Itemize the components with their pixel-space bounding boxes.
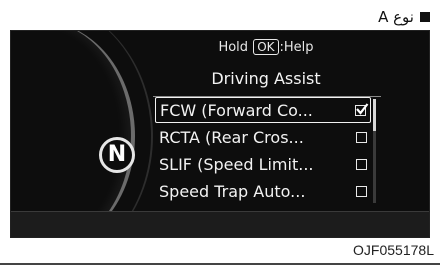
menu-item-rcta[interactable]: RCTA (Rear Cros... <box>155 124 371 150</box>
checkbox-icon[interactable] <box>356 185 367 197</box>
bottom-rule <box>0 263 440 265</box>
cluster-display: Hold OK:Help Driving Assist FCW (Forward… <box>151 31 381 237</box>
checkbox-checked-icon[interactable] <box>355 102 369 116</box>
gear-position: N <box>107 142 127 167</box>
hint-prefix: Hold <box>218 40 249 55</box>
menu-item-speed-trap[interactable]: Speed Trap Auto... <box>155 178 371 204</box>
cluster-bottom-bar <box>11 211 429 237</box>
square-bullet-icon <box>420 12 430 22</box>
settings-menu: FCW (Forward Co... RCTA (Rear Cros... SL… <box>155 97 371 205</box>
figure-code: OJF055178L <box>353 242 434 258</box>
menu-item-label: Speed Trap Auto... <box>159 181 306 201</box>
figure-type-label: نوع A <box>378 8 414 26</box>
ok-key-icon: OK <box>253 39 279 55</box>
checkbox-icon[interactable] <box>356 131 367 143</box>
scrollbar[interactable] <box>373 99 376 203</box>
checkbox-icon[interactable] <box>356 158 367 170</box>
hint-suffix: :Help <box>279 40 314 55</box>
menu-item-slif[interactable]: SLIF (Speed Limit... <box>155 151 371 177</box>
instrument-cluster: N Hold OK:Help Driving Assist FCW (Forwa… <box>11 31 429 237</box>
figure-frame: N Hold OK:Help Driving Assist FCW (Forwa… <box>10 30 430 238</box>
menu-item-label: FCW (Forward Co... <box>160 100 313 120</box>
figure-header: نوع A <box>378 8 430 26</box>
scrollbar-thumb[interactable] <box>373 99 376 131</box>
menu-item-label: RCTA (Rear Cros... <box>159 127 304 147</box>
menu-title: Driving Assist <box>211 69 321 88</box>
help-hint: Hold OK:Help <box>151 39 381 55</box>
gear-indicator: N <box>99 137 135 173</box>
menu-item-fcw[interactable]: FCW (Forward Co... <box>155 97 371 123</box>
menu-item-label: SLIF (Speed Limit... <box>159 154 314 174</box>
